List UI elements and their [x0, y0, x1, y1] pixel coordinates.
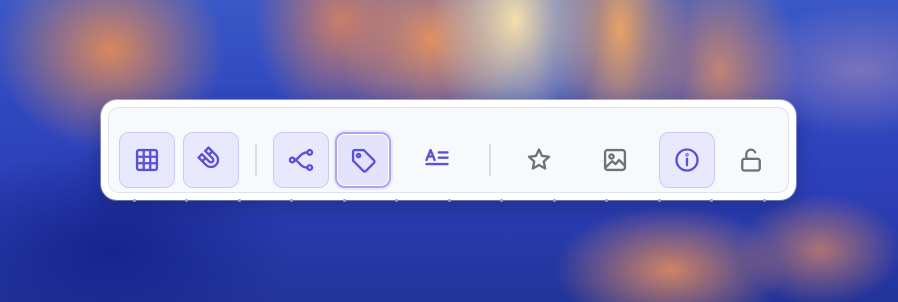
grid-toggle-button[interactable] [119, 132, 175, 188]
floating-toolbar [101, 100, 796, 202]
tick-mark [395, 199, 398, 202]
insert-image-button[interactable] [587, 132, 643, 188]
info-button[interactable] [659, 132, 715, 188]
image-icon [603, 148, 627, 172]
favorite-button[interactable] [511, 132, 567, 188]
star-icon [527, 148, 551, 170]
connector-icon [288, 148, 314, 172]
toolbar-panel [108, 107, 789, 193]
snap-to-grid-button[interactable] [183, 132, 239, 188]
text-tool-button[interactable] [409, 132, 465, 188]
tag-tool-button[interactable] [335, 132, 391, 188]
tick-mark [605, 199, 608, 202]
tick-mark [185, 199, 188, 202]
tick-mark [238, 199, 241, 202]
tick-mark [133, 199, 136, 202]
text-align-icon [425, 148, 449, 166]
lock-toggle-button[interactable] [723, 132, 779, 188]
tick-mark [500, 199, 503, 202]
info-icon [675, 148, 699, 172]
tick-mark [343, 199, 346, 202]
tag-icon [351, 148, 376, 173]
tick-mark [763, 199, 766, 202]
connector-tool-button[interactable] [273, 132, 329, 188]
unlock-icon [741, 148, 761, 172]
tick-mark [290, 199, 293, 202]
grid-icon [135, 148, 159, 172]
toolbar-divider [489, 144, 491, 176]
tick-mark [448, 199, 451, 202]
toolbar-divider [255, 144, 257, 176]
magnet-icon [197, 146, 220, 169]
tick-mark [553, 199, 556, 202]
tick-mark [658, 199, 661, 202]
tick-mark [710, 199, 713, 202]
